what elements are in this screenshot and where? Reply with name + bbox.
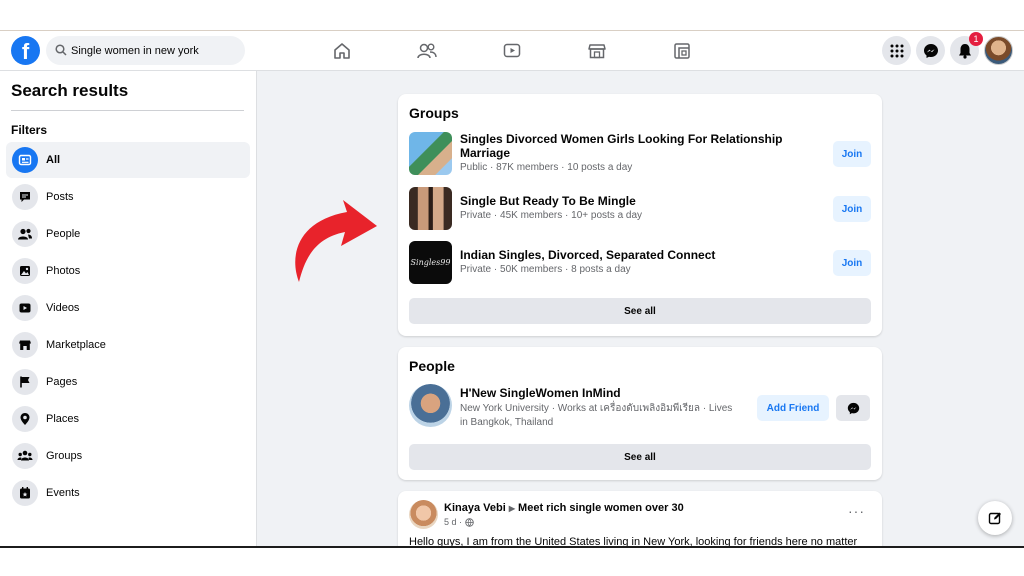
filter-item-videos[interactable]: Videos [6,290,250,326]
account-avatar[interactable] [984,36,1013,65]
group-thumbnail[interactable] [409,187,452,230]
group-name-link[interactable]: Indian Singles, Divorced, Separated Conn… [460,248,790,262]
globe-icon [465,517,474,527]
person-avatar[interactable] [409,384,452,427]
search-filters-panel: Search results Filters All Posts People … [0,71,257,546]
top-navigation-bar: f 1 [0,31,1024,71]
filter-label: Events [46,487,80,499]
group-thumbnail-text: Singles99 [410,258,451,267]
gaming-icon[interactable] [670,39,694,63]
post-author-link[interactable]: Kinaya Vebi [444,502,506,514]
photos-icon [12,258,38,284]
people-see-all-button[interactable]: See all [409,444,871,470]
group-name-link[interactable]: Singles Divorced Women Girls Looking For… [460,132,790,160]
message-person-button[interactable] [836,395,870,421]
groups-icon [12,443,38,469]
group-thumbnail[interactable] [409,132,452,175]
groups-results-card: Groups Singles Divorced Women Girls Look… [398,94,882,336]
join-group-button[interactable]: Join [833,196,871,222]
events-icon [12,480,38,506]
friends-icon[interactable] [415,39,439,63]
group-result-row[interactable]: Singles99 Indian Singles, Divorced, Sepa… [409,241,871,285]
window-bottom-edge [0,546,1024,576]
filter-label: Places [46,413,80,425]
groups-heading: Groups [409,105,459,121]
groups-see-all-button[interactable]: See all [409,298,871,324]
messenger-icon [847,402,859,414]
filter-label: Pages [46,376,78,388]
filter-label: Groups [46,450,83,462]
filter-label: Videos [46,302,80,314]
post-result-card: Kinaya Vebi ▶ Meet rich single women ove… [398,491,882,546]
filter-label: All [46,154,61,166]
browser-viewport: f 1 Search res [0,30,1024,546]
menu-grid-icon[interactable] [882,36,911,65]
people-results-card: People H'New SingleWomen InMind New York… [398,347,882,480]
search-box[interactable] [46,36,245,65]
post-text: Hello guys, I am from the United States … [409,536,858,546]
add-friend-button[interactable]: Add Friend [757,395,829,421]
people-heading: People [409,358,455,374]
group-meta: Private · 45K members · 10+ posts a day [460,210,643,221]
filter-item-all[interactable]: All [6,142,250,178]
caret-right-icon: ▶ [508,504,515,513]
filter-item-people[interactable]: People [6,216,250,252]
notification-count-badge: 1 [969,32,983,46]
post-group-link[interactable]: Meet rich single women over 30 [518,502,684,514]
videos-icon [12,295,38,321]
group-meta: Public · 87K members · 10 posts a day [460,162,633,173]
group-thumbnail[interactable]: Singles99 [409,241,452,284]
all-icon [12,147,38,173]
red-arrow-annotation-icon [295,200,377,282]
filter-label: Posts [46,191,74,203]
post-timestamp: 5 d · [444,517,474,527]
post-time-text[interactable]: 5 d · [444,517,462,527]
posts-icon [12,184,38,210]
group-meta: Private · 50K members · 8 posts a day [460,264,631,275]
filter-item-pages[interactable]: Pages [6,364,250,400]
places-icon [12,406,38,432]
filters-heading: Filters [11,123,48,137]
home-icon[interactable] [330,39,354,63]
filter-item-events[interactable]: Events [6,475,250,511]
person-name-link[interactable]: H'New SingleWomen InMind [460,386,621,400]
post-author-line: Kinaya Vebi ▶ Meet rich single women ove… [444,502,684,514]
people-icon [12,221,38,247]
join-group-button[interactable]: Join [833,141,871,167]
post-author-avatar[interactable] [409,500,438,529]
facebook-logo-icon[interactable]: f [11,36,40,65]
person-meta: New York University · Works at เครื่องดั… [460,403,733,428]
filter-item-groups[interactable]: Groups [6,438,250,474]
filter-item-posts[interactable]: Posts [6,179,250,215]
new-message-compose-icon[interactable] [978,501,1012,535]
filter-item-places[interactable]: Places [6,401,250,437]
marketplace-icon[interactable] [585,39,609,63]
group-result-row[interactable]: Single But Ready To Be Mingle Private · … [409,187,871,231]
filter-item-photos[interactable]: Photos [6,253,250,289]
watch-icon[interactable] [500,39,524,63]
filter-label: Marketplace [46,339,106,351]
divider [11,110,244,111]
search-icon [55,44,67,56]
group-name-link[interactable]: Single But Ready To Be Mingle [460,194,790,208]
marketplace-icon [12,332,38,358]
filter-label: Photos [46,265,81,277]
page-title: Search results [11,81,129,100]
filter-item-marketplace[interactable]: Marketplace [6,327,250,363]
join-group-button[interactable]: Join [833,250,871,276]
post-more-options-icon[interactable]: ··· [848,503,865,519]
messenger-icon[interactable] [916,36,945,65]
filter-label: People [46,228,81,240]
group-result-row[interactable]: Singles Divorced Women Girls Looking For… [409,132,871,176]
search-input[interactable] [71,36,239,65]
pages-icon [12,369,38,395]
